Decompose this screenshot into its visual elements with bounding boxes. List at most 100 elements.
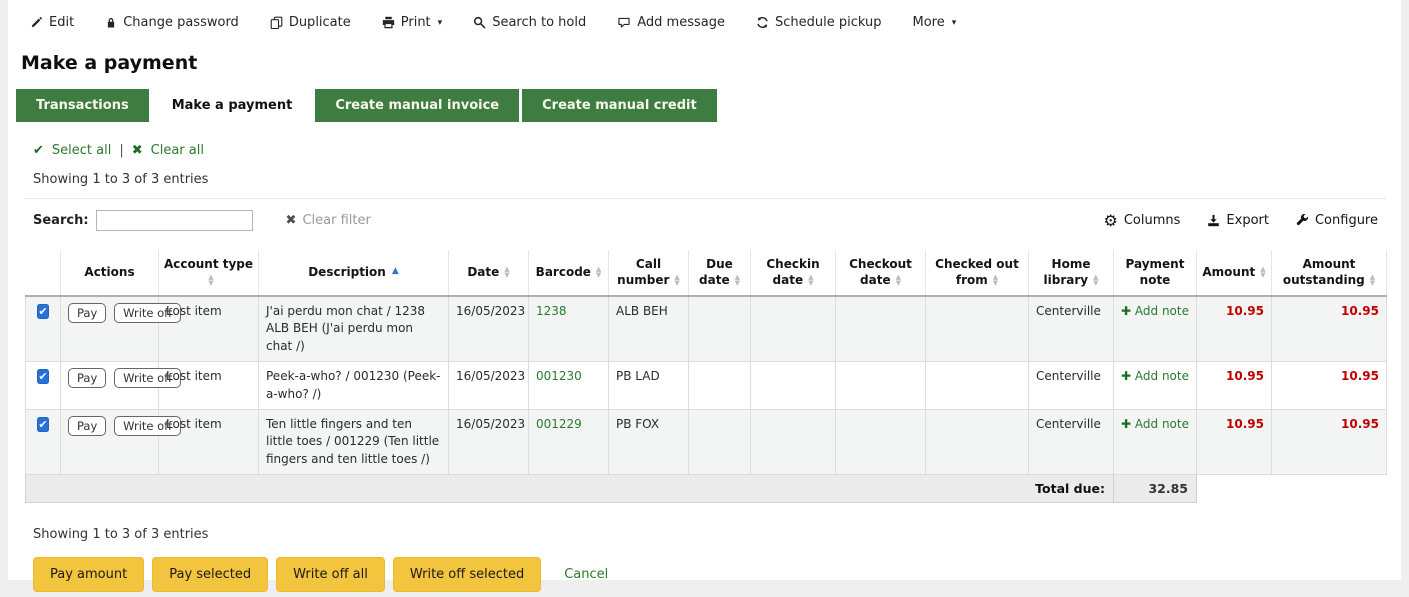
columns-button-label: Columns (1124, 213, 1181, 228)
total-due-value: 32.85 (1114, 475, 1197, 503)
pay-button[interactable]: Pay (68, 416, 106, 436)
col-header-checkin-date[interactable]: Checkin date▲▼ (751, 250, 836, 296)
add-note-link[interactable]: ✚ Add note (1121, 304, 1189, 318)
col-header-amount-outstanding[interactable]: Amount outstanding▲▼ (1272, 250, 1387, 296)
account-tabs: Transactions Make a payment Create manua… (16, 89, 1401, 122)
write-off-all-button[interactable]: Write off all (276, 557, 385, 592)
sort-icon: ▲▼ (208, 274, 213, 286)
cell-checkin-date (751, 362, 836, 410)
clear-all-link[interactable]: Clear all (151, 143, 204, 158)
configure-button[interactable]: Configure (1296, 213, 1378, 228)
cell-description: J'ai perdu mon chat / 1238 ALB BEH (J'ai… (259, 296, 449, 362)
add-note-link[interactable]: ✚ Add note (1121, 417, 1189, 431)
pay-selected-button[interactable]: Pay selected (152, 557, 268, 592)
cell-payment-note: ✚ Add note (1114, 296, 1197, 362)
columns-button[interactable]: ⚙ Columns (1104, 213, 1181, 228)
cell-checkout-date (836, 409, 926, 474)
cell-amount: 10.95 (1197, 296, 1272, 362)
toolbar-edit[interactable]: Edit (30, 15, 74, 30)
sort-asc-icon: ▲ (392, 266, 399, 276)
col-header-date[interactable]: Date▲▼ (449, 250, 529, 296)
col-header-actions: Actions (61, 250, 159, 296)
toolbar-schedule-pickup-label: Schedule pickup (775, 15, 882, 30)
row-checkbox[interactable]: ✔ (37, 369, 48, 384)
cell-checkin-date (751, 409, 836, 474)
toolbar-more[interactable]: More ▾ (912, 15, 956, 30)
pay-button[interactable]: Pay (68, 303, 106, 323)
cell-home-library: Centerville (1029, 362, 1114, 410)
cell-checked-out-from (926, 296, 1029, 362)
cell-description: Peek-a-who? / 001230 (Peek-a-who? /) (259, 362, 449, 410)
cell-barcode: 001229 (529, 409, 609, 474)
cell-call-number: ALB BEH (609, 296, 689, 362)
total-empty-cell (1197, 475, 1387, 503)
col-header-barcode[interactable]: Barcode▲▼ (529, 250, 609, 296)
tab-create-manual-credit[interactable]: Create manual credit (522, 89, 717, 122)
col-header-amount[interactable]: Amount▲▼ (1197, 250, 1272, 296)
col-header-checked-out-from[interactable]: Checked out from▲▼ (926, 250, 1029, 296)
toolbar-schedule-pickup[interactable]: Schedule pickup (756, 15, 882, 30)
cell-actions: Pay Write off (61, 296, 159, 362)
cell-account-type: Lost item (159, 296, 259, 362)
clear-filter-button[interactable]: ✖ Clear filter (286, 213, 371, 228)
sort-icon: ▲▼ (674, 274, 679, 286)
cell-checked-out-from (926, 362, 1029, 410)
cell-home-library: Centerville (1029, 296, 1114, 362)
write-off-selected-button[interactable]: Write off selected (393, 557, 541, 592)
cell-checkbox: ✔ (26, 296, 61, 362)
tab-make-a-payment[interactable]: Make a payment (152, 89, 313, 122)
export-button[interactable]: Export (1207, 213, 1269, 228)
separator: | (119, 143, 123, 158)
cell-date: 16/05/2023 (449, 409, 529, 474)
tab-transactions[interactable]: Transactions (16, 89, 149, 122)
payments-table: Actions Account type▲▼ Description▲ Date… (25, 250, 1387, 503)
row-checkbox[interactable]: ✔ (37, 304, 48, 319)
sort-icon: ▲▼ (1260, 266, 1265, 278)
barcode-link[interactable]: 001230 (536, 369, 582, 383)
barcode-link[interactable]: 001229 (536, 417, 582, 431)
wrench-icon (1296, 214, 1309, 227)
cell-payment-note: ✚ Add note (1114, 362, 1197, 410)
patron-toolbar: Edit Change password Duplicate Print ▾ S… (8, 0, 1401, 36)
cell-amount-outstanding: 10.95 (1272, 296, 1387, 362)
sort-icon: ▲▼ (993, 274, 998, 286)
cell-actions: Pay Write off (61, 362, 159, 410)
add-note-link[interactable]: ✚ Add note (1121, 369, 1189, 383)
search-input[interactable] (96, 210, 253, 231)
toolbar-change-password[interactable]: Change password (105, 15, 239, 30)
cell-checkbox: ✔ (26, 409, 61, 474)
cell-amount-outstanding: 10.95 (1272, 362, 1387, 410)
header-row: Actions Account type▲▼ Description▲ Date… (26, 250, 1387, 296)
download-icon (1207, 214, 1220, 227)
cell-call-number: PB LAD (609, 362, 689, 410)
toolbar-duplicate[interactable]: Duplicate (270, 15, 351, 30)
col-header-account-type[interactable]: Account type▲▼ (159, 250, 259, 296)
cell-date: 16/05/2023 (449, 362, 529, 410)
pencil-icon (30, 16, 43, 29)
cancel-link[interactable]: Cancel (564, 567, 608, 582)
col-header-description[interactable]: Description▲ (259, 250, 449, 296)
table-row: ✔ Pay Write off Lost item Peek-a-who? / … (26, 362, 1387, 410)
col-header-call-number[interactable]: Call number▲▼ (609, 250, 689, 296)
pay-amount-button[interactable]: Pay amount (33, 557, 144, 592)
gear-icon: ⚙ (1104, 214, 1118, 227)
check-icon: ✔ (33, 143, 44, 158)
col-header-checkout-date[interactable]: Checkout date▲▼ (836, 250, 926, 296)
x-icon: ✖ (132, 143, 143, 158)
cell-description: Ten little fingers and ten little toes /… (259, 409, 449, 474)
tab-create-manual-invoice[interactable]: Create manual invoice (315, 89, 519, 122)
configure-button-label: Configure (1315, 213, 1378, 228)
search-icon (473, 16, 486, 29)
pay-button[interactable]: Pay (68, 368, 106, 388)
toolbar-search-to-hold[interactable]: Search to hold (473, 15, 586, 30)
toolbar-add-message[interactable]: Add message (617, 15, 725, 30)
col-header-home-library[interactable]: Home library▲▼ (1029, 250, 1114, 296)
col-header-due-date[interactable]: Due date▲▼ (689, 250, 751, 296)
toolbar-print[interactable]: Print ▾ (382, 15, 442, 30)
select-all-link[interactable]: Select all (52, 143, 111, 158)
barcode-link[interactable]: 1238 (536, 304, 567, 318)
row-checkbox[interactable]: ✔ (37, 417, 48, 432)
cell-amount: 10.95 (1197, 362, 1272, 410)
payment-actions: Pay amount Pay selected Write off all Wr… (33, 557, 1386, 592)
cell-barcode: 001230 (529, 362, 609, 410)
